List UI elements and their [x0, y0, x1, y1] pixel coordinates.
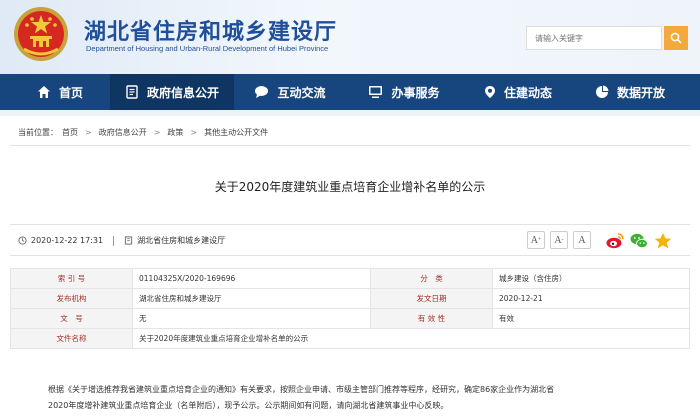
doc-number-value: 无: [132, 308, 371, 329]
breadcrumb-link-other-files[interactable]: 其他主动公开文件: [204, 127, 268, 138]
search-icon: [670, 32, 682, 44]
issue-date-label: 发文日期: [370, 288, 493, 309]
nav-label: 互动交流: [277, 85, 326, 100]
table-row: 索 引 号 01104325X/2020-169696 分 类 城乡建设（含住房…: [10, 268, 690, 289]
nav-underlay: [0, 110, 700, 116]
breadcrumb-separator: >: [190, 128, 198, 137]
document-icon: [126, 85, 138, 99]
document-info-table: 索 引 号 01104325X/2020-169696 分 类 城乡建设（含住房…: [10, 268, 690, 349]
search-box: [526, 26, 688, 50]
font-size-medium-button[interactable]: A-: [550, 231, 568, 249]
search-input[interactable]: [526, 26, 662, 50]
favorite-star-icon[interactable]: [653, 231, 673, 251]
nav-item-news[interactable]: 住建动态: [462, 74, 574, 110]
validity-value: 有效: [492, 308, 690, 329]
issuer-value: 湖北省住房和城乡建设厅: [132, 288, 371, 309]
breadcrumb-link-gov-info[interactable]: 政府信息公开: [99, 127, 147, 138]
chat-icon: [255, 86, 269, 98]
nav-item-gov-info[interactable]: 政府信息公开: [110, 74, 234, 110]
table-row: 文件名称 关于2020年度建筑业重点培育企业增补名单的公示: [10, 328, 690, 349]
nav-item-services[interactable]: 办事服务: [346, 74, 462, 110]
home-icon: [37, 86, 50, 98]
breadcrumb-separator: >: [85, 128, 92, 137]
article-body: 根据《关于增选推荐我省建筑业重点培育企业的通知》有关要求，按照企业申请、市级主管…: [48, 382, 660, 414]
article-title: 关于2020年度建筑业重点培育企业增补名单的公示: [214, 180, 486, 194]
main-nav: 首页 政府信息公开 互动交流 办事服务 住建动态 数据开放: [0, 74, 700, 110]
font-size-reset-button[interactable]: A: [573, 231, 591, 249]
nav-label: 首页: [58, 85, 83, 100]
weibo-share-icon[interactable]: [605, 231, 625, 251]
font-btn-label: A: [554, 234, 562, 246]
pin-icon: [484, 86, 495, 98]
nav-label: 办事服务: [391, 85, 440, 100]
font-btn-label: A: [530, 234, 538, 246]
wechat-share-icon[interactable]: [629, 231, 649, 251]
site-subtitle: Department of Housing and Urban-Rural De…: [86, 44, 329, 53]
clock-icon: [18, 236, 27, 245]
nav-label: 数据开放: [616, 85, 665, 100]
file-name-value: 关于2020年度建筑业重点培育企业增补名单的公示: [132, 328, 690, 349]
doc-number-label: 文 号: [10, 308, 133, 329]
pie-icon: [595, 85, 609, 98]
nav-item-home[interactable]: 首页: [10, 74, 110, 110]
issue-date-value: 2020-12-21: [492, 288, 690, 309]
body-paragraph-line: 根据《关于增选推荐我省建筑业重点培育企业的通知》有关要求，按照企业申请、市级主管…: [48, 385, 555, 394]
breadcrumb-link-policy[interactable]: 政策: [167, 127, 183, 138]
body-paragraph-line: 2020年度增补建筑业重点培育企业（名单附后），现予公示。公示期间如有问题，请向…: [48, 401, 449, 410]
meta-divider: [113, 235, 115, 246]
monitor-icon: [369, 86, 383, 98]
publish-datetime: 2020-12-22 17:31: [31, 236, 104, 245]
index-number-value: 01104325X/2020-169696: [132, 268, 371, 289]
site-header: 湖北省住房和城乡建设厅 Department of Housing and Ur…: [0, 0, 700, 74]
breadcrumb-prefix: 当前位置：: [18, 128, 58, 137]
breadcrumb: 当前位置： 首页 > 政府信息公开 > 政策 > 其他主动公开文件: [18, 127, 268, 138]
nav-item-interaction[interactable]: 互动交流: [234, 74, 346, 110]
font-btn-label: A: [578, 234, 586, 246]
breadcrumb-separator: >: [153, 128, 161, 137]
national-emblem-icon: [14, 7, 68, 61]
category-label: 分 类: [370, 268, 493, 289]
issuer-label: 发布机构: [10, 288, 133, 309]
nav-item-open-data[interactable]: 数据开放: [574, 74, 686, 110]
breadcrumb-link-home[interactable]: 首页: [62, 127, 78, 138]
font-size-large-button[interactable]: A +: [527, 231, 545, 249]
search-button[interactable]: [664, 26, 688, 50]
building-icon: [124, 236, 133, 245]
site-title: 湖北省住房和城乡建设厅: [84, 20, 338, 45]
divider: [10, 145, 690, 146]
nav-label: 政府信息公开: [146, 85, 219, 100]
file-name-label: 文件名称: [10, 328, 133, 349]
article-source: 湖北省住房和城乡建设厅: [137, 236, 226, 245]
validity-label: 有 效 性: [370, 308, 493, 329]
index-number-label: 索 引 号: [10, 268, 133, 289]
category-value: 城乡建设（含住房）: [492, 268, 690, 289]
article-meta: 2020-12-22 17:31 湖北省住房和城乡建设厅: [18, 235, 225, 246]
table-row: 文 号 无 有 效 性 有效: [10, 308, 690, 329]
article-meta-bar: 2020-12-22 17:31 湖北省住房和城乡建设厅 A + A- A: [10, 224, 690, 256]
nav-label: 住建动态: [503, 85, 552, 100]
table-row: 发布机构 湖北省住房和城乡建设厅 发文日期 2020-12-21: [10, 288, 690, 309]
